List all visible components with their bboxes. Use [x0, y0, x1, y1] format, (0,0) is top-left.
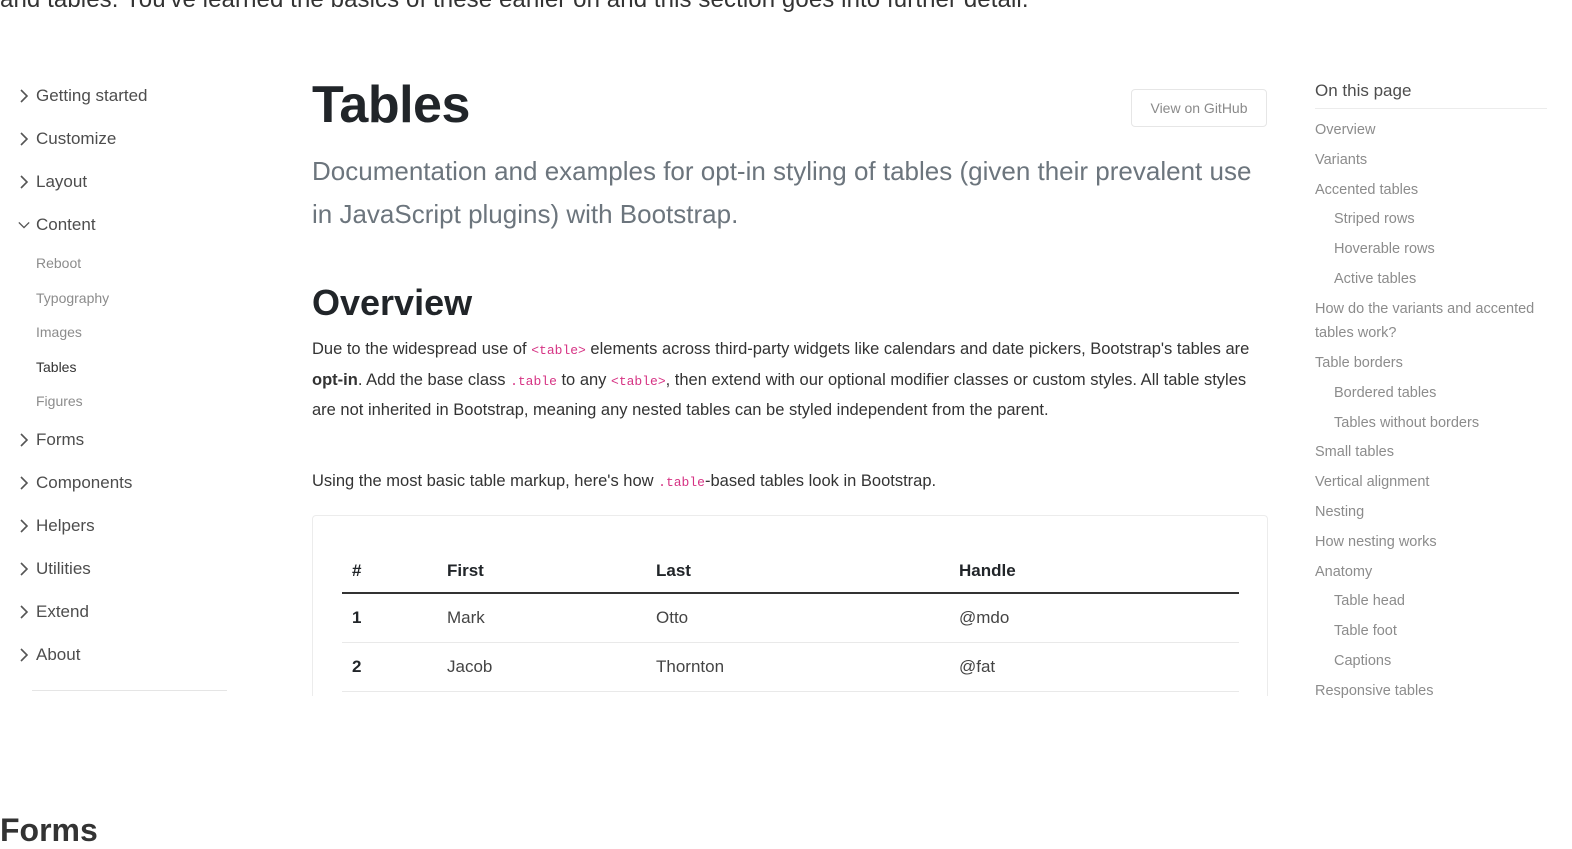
toc-link[interactable]: Accented tables — [1315, 178, 1555, 203]
docs-sidebar: Getting started Customize Layout Content… — [14, 74, 239, 677]
toc-link[interactable]: Anatomy — [1315, 560, 1555, 585]
table-cell: @fat — [949, 642, 1239, 692]
toc-link[interactable]: Vertical alignment — [1315, 470, 1555, 495]
toc-link[interactable]: Bordered tables — [1315, 381, 1555, 406]
text-run: elements across third-party widgets like… — [585, 340, 1250, 358]
sidebar-item-content[interactable]: Content — [14, 203, 239, 246]
sidebar-subitem-figures[interactable]: Figures — [14, 384, 239, 419]
overview-paragraph: Due to the widespread use of <table> ele… — [312, 335, 1257, 425]
text-run: -based tables look in Bootstrap. — [704, 472, 937, 490]
table-header-cell: First — [437, 550, 646, 594]
toc-link[interactable]: Nesting — [1315, 500, 1555, 525]
chevron-right-icon — [14, 516, 34, 536]
sidebar-item-label: About — [36, 645, 81, 664]
toc-link[interactable]: Variants — [1315, 148, 1555, 173]
table-cell: Mark — [437, 593, 646, 643]
sidebar-subitem-tables[interactable]: Tables — [14, 350, 239, 385]
text-run: . Add the base class — [357, 370, 511, 389]
chevron-right-icon — [14, 645, 34, 665]
chevron-right-icon — [14, 602, 34, 622]
toc-link[interactable]: Small tables — [1315, 440, 1555, 465]
sidebar-subitem-reboot[interactable]: Reboot — [14, 246, 239, 281]
chevron-right-icon — [14, 430, 34, 450]
sidebar-subitem-typography[interactable]: Typography — [14, 281, 239, 316]
table-cell: Jacob — [437, 642, 646, 692]
sidebar-item-label: Extend — [36, 602, 89, 621]
table-header-cell: # — [342, 550, 437, 594]
next-section-heading: Forms — [0, 812, 98, 848]
table-cell: Thornton — [646, 642, 949, 692]
intro-text: and tables. You've learned the basics of… — [0, 0, 1572, 14]
sidebar-item-label: Helpers — [36, 516, 95, 535]
sidebar-item-label: Content — [36, 214, 96, 234]
table-row: 2 Jacob Thornton @fat — [342, 642, 1239, 692]
table-row: 1 Mark Otto @mdo — [342, 593, 1239, 643]
toc-link[interactable]: Active tables — [1315, 267, 1555, 292]
sidebar-item-customize[interactable]: Customize — [14, 117, 239, 160]
sidebar-item-extend[interactable]: Extend — [14, 591, 239, 634]
sidebar-item-layout[interactable]: Layout — [14, 160, 239, 203]
toc-link[interactable]: Table foot — [1315, 619, 1555, 644]
text-run: Using the most basic table markup, here'… — [312, 472, 659, 490]
example-table: # First Last Handle 1 Mark Otto @mdo 2 J… — [342, 550, 1239, 692]
sidebar-item-label: Getting started — [36, 85, 148, 105]
toc-link[interactable]: Captions — [1315, 649, 1555, 674]
toc-title: On this page — [1315, 78, 1547, 109]
toc-link[interactable]: How nesting works — [1315, 530, 1555, 555]
table-cell: 2 — [342, 642, 437, 692]
sidebar-subnav-content: Reboot Typography Images Tables Figures — [14, 246, 239, 419]
chevron-right-icon — [14, 129, 34, 149]
sidebar-item-label: Components — [36, 473, 133, 492]
table-header-row: # First Last Handle — [342, 550, 1239, 594]
inline-code: .table — [658, 475, 705, 490]
sidebar-item-components[interactable]: Components — [14, 462, 239, 505]
table-cell: Otto — [646, 593, 949, 643]
sidebar-item-utilities[interactable]: Utilities — [14, 548, 239, 591]
inline-code: .table — [510, 373, 557, 389]
chevron-right-icon — [14, 172, 34, 192]
table-cell: @mdo — [949, 593, 1239, 643]
emphasis-text: opt-in — [312, 370, 358, 389]
sidebar-item-label: Layout — [36, 171, 88, 191]
sidebar-item-getting-started[interactable]: Getting started — [14, 74, 239, 117]
example-table-container: # First Last Handle 1 Mark Otto @mdo 2 J… — [312, 515, 1268, 696]
overview-heading[interactable]: Overview — [312, 282, 472, 324]
toc-link[interactable]: Responsive tables — [1315, 679, 1555, 698]
table-header-cell: Handle — [949, 550, 1239, 594]
toc-link[interactable]: How do the variants and accented tables … — [1315, 297, 1555, 346]
main-content: Tables — [312, 70, 1267, 140]
toc-link[interactable]: Table head — [1315, 589, 1555, 614]
sidebar-item-forms[interactable]: Forms — [14, 419, 239, 462]
page-title: Tables — [312, 76, 470, 134]
toc-link[interactable]: Overview — [1315, 118, 1555, 143]
page-lead: Documentation and examples for opt-in st… — [312, 156, 1252, 229]
sidebar-item-about[interactable]: About — [14, 634, 239, 677]
toc-link[interactable]: Tables without borders — [1315, 411, 1555, 436]
chevron-right-icon — [14, 86, 34, 106]
chevron-right-icon — [14, 559, 34, 579]
table-markup-paragraph: Using the most basic table markup, here'… — [312, 467, 1257, 497]
sidebar-item-label: Customize — [36, 128, 117, 148]
toc-link[interactable]: Striped rows — [1315, 207, 1555, 232]
view-on-github-button[interactable]: View on GitHub — [1131, 89, 1267, 127]
table-cell: 1 — [342, 593, 437, 643]
inline-code: <table> — [531, 343, 586, 358]
chevron-down-icon — [14, 215, 34, 235]
text-run: Due to the widespread use of — [312, 340, 532, 358]
inline-code: <table> — [611, 373, 666, 389]
on-this-page-toc: On this page — [1315, 78, 1547, 119]
chevron-right-icon — [14, 473, 34, 493]
text-run: to any — [556, 370, 612, 389]
sidebar-item-label: Forms — [36, 430, 85, 449]
sidebar-divider — [32, 690, 227, 691]
toc-link[interactable]: Hoverable rows — [1315, 237, 1555, 262]
table-header-cell: Last — [646, 550, 949, 594]
sidebar-item-helpers[interactable]: Helpers — [14, 505, 239, 548]
toc-link[interactable]: Table borders — [1315, 351, 1555, 376]
toc-list: Overview Variants Accented tables Stripe… — [1315, 118, 1555, 698]
sidebar-item-label: Utilities — [36, 559, 91, 578]
sidebar-subitem-images[interactable]: Images — [14, 315, 239, 350]
